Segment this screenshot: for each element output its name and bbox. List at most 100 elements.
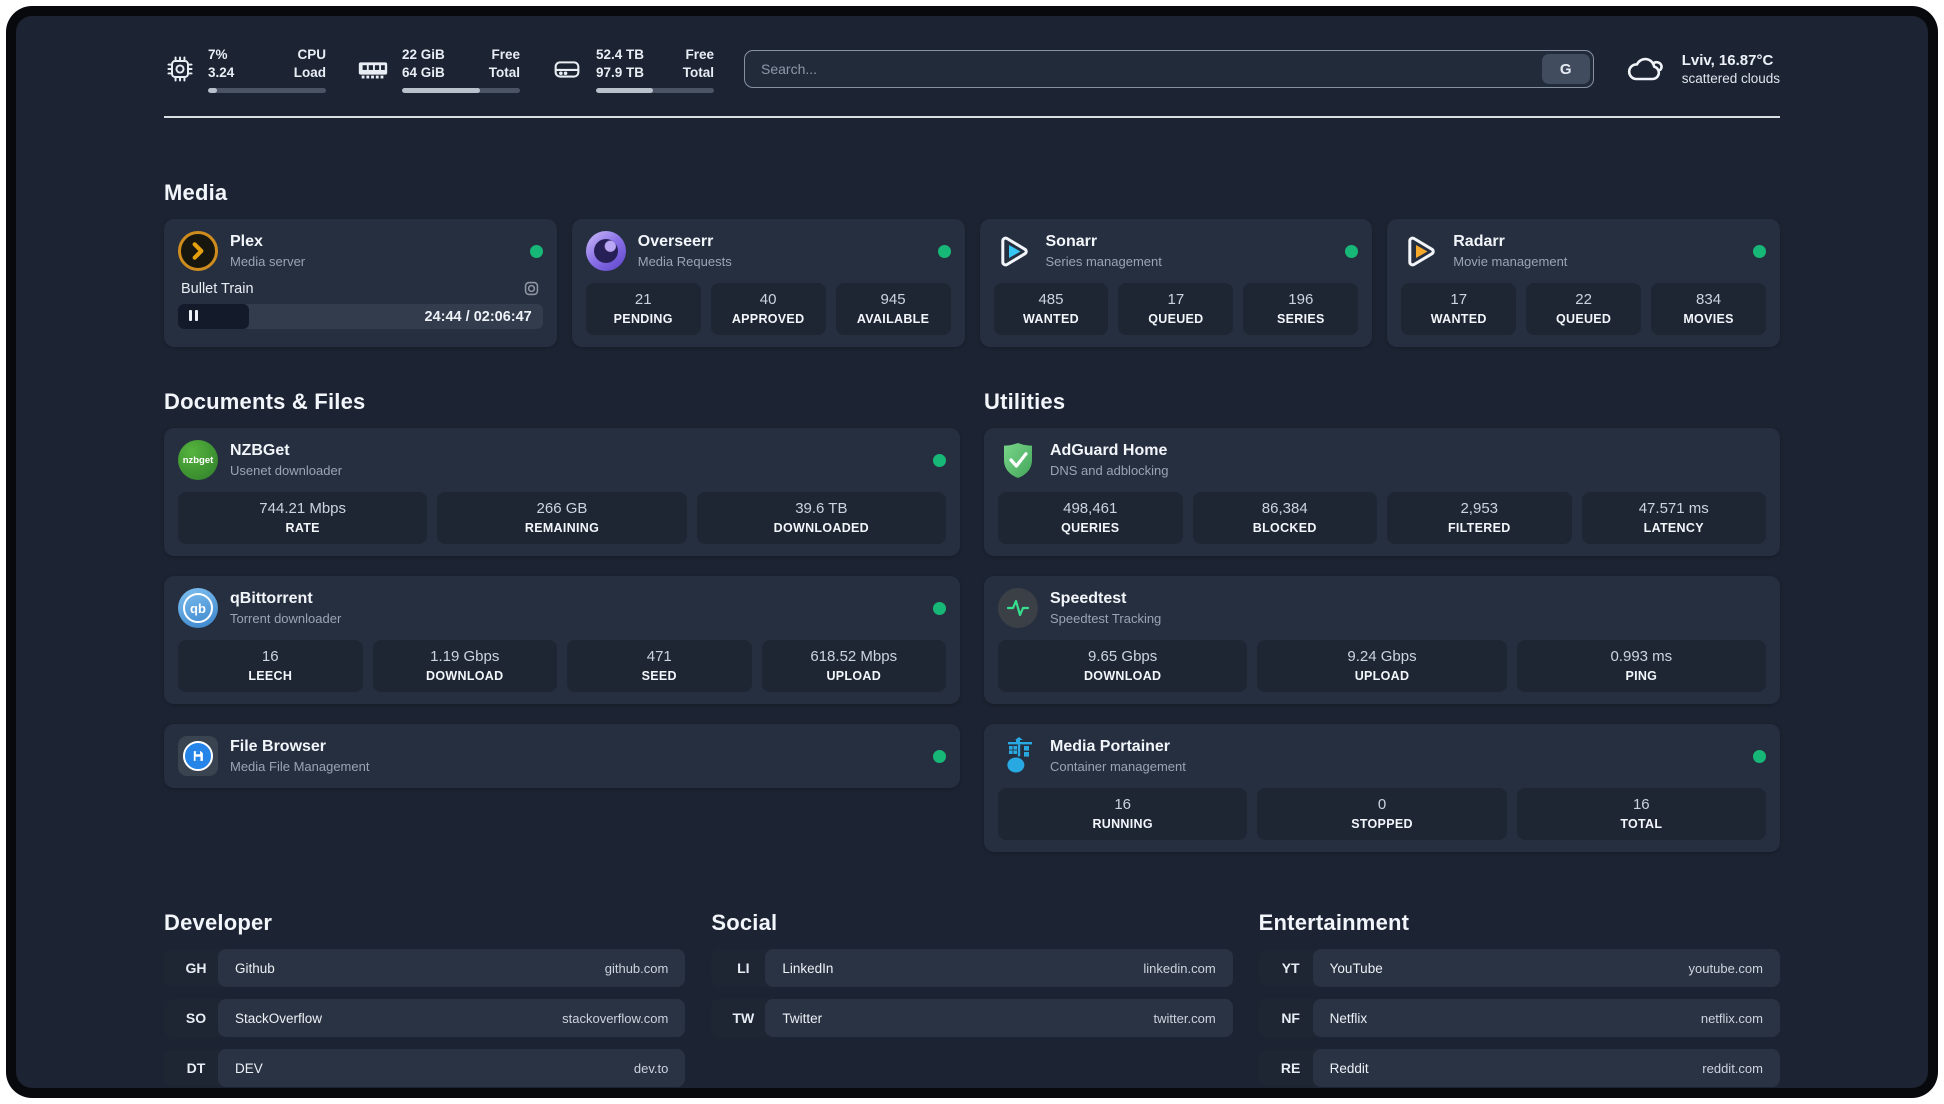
disk-progress-fill <box>596 87 653 93</box>
stat-value: 39.6 TB <box>795 500 848 517</box>
adguard-icon <box>998 440 1038 480</box>
bookmark-name: LinkedIn <box>782 960 834 976</box>
stat-total: 16 TOTAL <box>1516 788 1766 840</box>
sonarr-icon <box>994 231 1034 271</box>
stat-label: SEED <box>641 669 677 683</box>
header-divider <box>164 116 1780 118</box>
app-desc: Speedtest Tracking <box>1050 611 1162 626</box>
bookmark-name: YouTube <box>1329 960 1383 976</box>
cpu-load-label: Load <box>293 64 326 80</box>
bookmark-netflix[interactable]: NF Netflix netflix.com <box>1258 999 1780 1037</box>
stat-running: 16 RUNNING <box>998 788 1248 840</box>
app-desc: Series management <box>1045 254 1162 269</box>
app-card-plex[interactable]: Plex Media server Bullet Train 24:44 / 0… <box>164 219 557 347</box>
pause-icon <box>189 308 201 326</box>
bookmark-name: Netflix <box>1329 1010 1368 1026</box>
stat-value: 17 <box>1450 291 1468 308</box>
dashboard: 7% CPU 3.24 Load 22 GiB Free 64 GiB Tota… <box>16 16 1928 1088</box>
stat-label: QUEUED <box>1555 312 1612 326</box>
playback-progress-fill <box>178 304 250 329</box>
stat-label: WANTED <box>1022 312 1079 326</box>
bookmark-twitter[interactable]: TW Twitter twitter.com <box>711 999 1233 1037</box>
system-metrics: 7% CPU 3.24 Load 22 GiB Free 64 GiB Tota… <box>164 46 714 93</box>
app-card-speedtest[interactable]: Speedtest Speedtest Tracking 9.65 Gbps D… <box>984 576 1780 704</box>
stat-label: STOPPED <box>1351 817 1413 831</box>
weather-condition: scattered clouds <box>1681 71 1780 86</box>
stat-upload: 618.52 Mbps UPLOAD <box>761 640 946 692</box>
app-desc: Media server <box>230 254 306 269</box>
stat-pending: 21 PENDING <box>585 283 701 335</box>
stat-filtered: 2,953 FILTERED <box>1387 492 1572 544</box>
stat-blocked: 86,384 BLOCKED <box>1192 492 1377 544</box>
app-card-sonarr[interactable]: Sonarr Series management 485 WANTED 17 Q… <box>979 219 1373 347</box>
qbittorrent-icon: qb <box>178 588 218 628</box>
cpu-icon <box>164 53 196 85</box>
bookmark-name: Reddit <box>1329 1060 1369 1076</box>
stat-label: PING <box>1625 669 1658 683</box>
playback-time: 24:44 / 02:06:47 <box>424 308 532 325</box>
bookmark-dev[interactable]: DT DEV dev.to <box>164 1049 686 1087</box>
search-input[interactable] <box>745 61 1539 77</box>
search-bar: G <box>744 50 1594 88</box>
cpu-progress-track <box>208 87 326 93</box>
bookmark-url: dev.to <box>633 1060 669 1076</box>
bookmark-name: DEV <box>235 1060 263 1076</box>
ram-icon <box>356 52 390 86</box>
bookmark-github[interactable]: GH Github github.com <box>164 949 686 987</box>
section-title-documents: Documents & Files <box>164 389 366 414</box>
status-online-dot <box>937 244 951 258</box>
bookmark-url: netflix.com <box>1700 1010 1763 1026</box>
app-card-portainer[interactable]: Media Portainer Container management 16 … <box>984 724 1780 852</box>
search-provider-button[interactable]: G <box>1541 54 1590 84</box>
status-online-dot <box>933 453 946 467</box>
stat-label: UPLOAD <box>1354 669 1410 683</box>
stat-rate: 744.21 Mbps RATE <box>178 492 428 544</box>
stat-value: 0.993 ms <box>1610 648 1673 665</box>
app-card-adguard[interactable]: AdGuard Home DNS and adblocking 498,461 … <box>984 428 1780 556</box>
app-name: AdGuard Home <box>1050 442 1168 459</box>
app-desc: Torrent downloader <box>230 611 342 626</box>
stat-label: AVAILABLE <box>856 312 930 326</box>
app-card-overseerr[interactable]: Overseerr Media Requests 21 PENDING 40 A… <box>571 219 965 347</box>
disk-total-label: Total <box>682 64 714 80</box>
app-card-filebrowser[interactable]: File Browser Media File Management <box>164 724 960 788</box>
plex-now-playing: Bullet Train 24:44 / 02:06:47 <box>178 280 543 329</box>
app-name: qBittorrent <box>230 590 313 607</box>
stat-leech: 16 LEECH <box>178 640 363 692</box>
stat-series: 196 SERIES <box>1243 283 1359 335</box>
stat-value: 744.21 Mbps <box>259 500 347 517</box>
bookmark-group-entertainment: Entertainment YT YouTube youtube.com NF … <box>1258 910 1780 1088</box>
section-title-utilities: Utilities <box>984 389 1066 414</box>
stat-download: 9.65 Gbps DOWNLOAD <box>998 640 1248 692</box>
stat-value: 47.571 ms <box>1638 500 1709 517</box>
stat-value: 0 <box>1377 796 1387 813</box>
disk-free-label: Free <box>685 46 714 62</box>
bookmark-url: twitter.com <box>1153 1010 1216 1026</box>
stat-value: 9.65 Gbps <box>1088 648 1158 665</box>
cpu-metric: 7% CPU 3.24 Load <box>164 46 326 93</box>
radarr-icon <box>1401 231 1441 271</box>
stat-queued: 22 QUEUED <box>1526 283 1642 335</box>
section-title-media: Media <box>164 180 228 205</box>
stat-label: PENDING <box>613 312 673 326</box>
bookmark-name: Twitter <box>782 1010 823 1026</box>
app-card-radarr[interactable]: Radarr Movie management 17 WANTED 22 QUE… <box>1387 219 1780 347</box>
stat-queued: 17 QUEUED <box>1118 283 1234 335</box>
stat-value: 16 <box>1114 796 1131 813</box>
cpu-label: CPU <box>297 46 326 62</box>
stat-wanted: 17 WANTED <box>1401 283 1517 335</box>
stat-queries: 498,461 QUERIES <box>998 492 1183 544</box>
stat-stopped: 0 STOPPED <box>1257 788 1507 840</box>
bookmark-reddit[interactable]: RE Reddit reddit.com <box>1258 1049 1780 1087</box>
bookmark-linkedin[interactable]: LI LinkedIn linkedin.com <box>711 949 1233 987</box>
stat-label: SERIES <box>1276 312 1325 326</box>
bookmark-youtube[interactable]: YT YouTube youtube.com <box>1258 949 1780 987</box>
app-desc: Container management <box>1050 759 1186 774</box>
bookmark-stackoverflow[interactable]: SO StackOverflow stackoverflow.com <box>164 999 686 1037</box>
app-name: Media Portainer <box>1050 738 1171 755</box>
app-card-qbittorrent[interactable]: qb qBittorrent Torrent downloader 16 LEE… <box>164 576 960 704</box>
stat-value: 40 <box>759 291 777 308</box>
stat-value: 196 <box>1288 291 1314 308</box>
ram-total: 64 GiB <box>402 64 445 80</box>
app-card-nzbget[interactable]: nzbget NZBGet Usenet downloader 744.21 M… <box>164 428 960 556</box>
